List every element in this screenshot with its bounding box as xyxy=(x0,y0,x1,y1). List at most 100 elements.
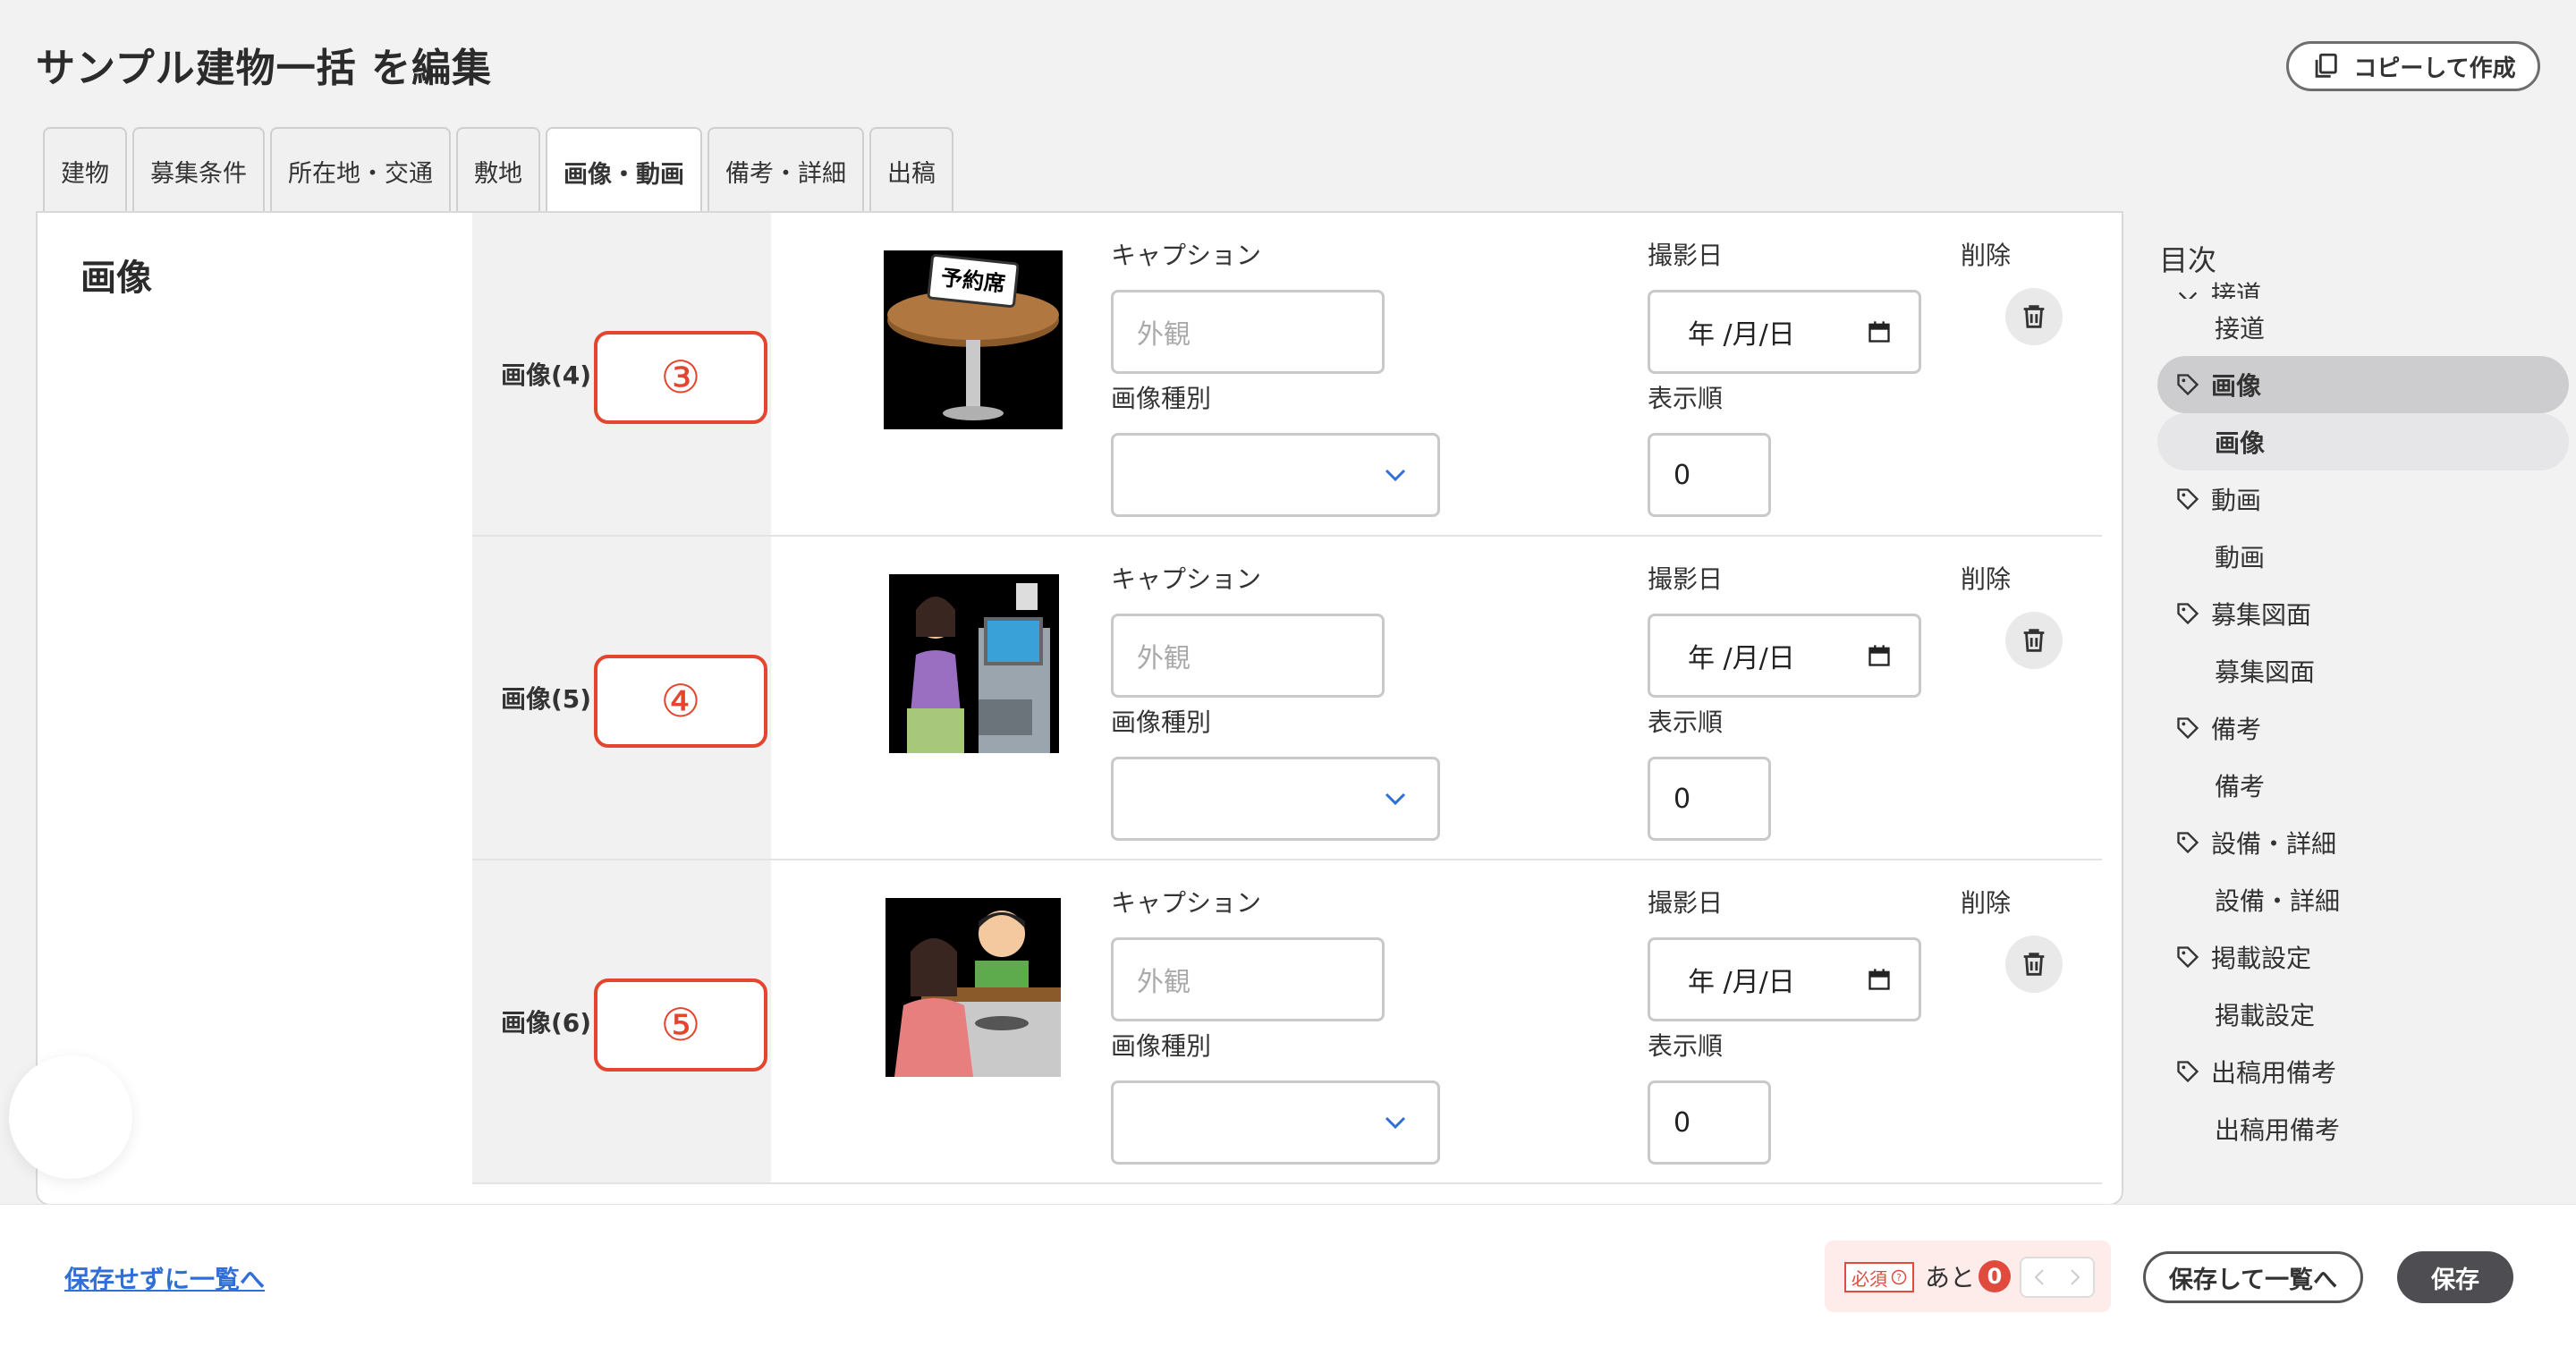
tab-publish[interactable]: 出稿 xyxy=(869,127,953,213)
image-type-select[interactable] xyxy=(1111,433,1440,517)
next-required-button[interactable] xyxy=(2057,1258,2093,1296)
marker-number: ④ xyxy=(660,675,701,727)
toc-item-videos[interactable]: 動画 xyxy=(2157,528,2569,585)
chevron-down-icon xyxy=(1385,469,1406,482)
caption-label: キャプション xyxy=(1111,241,1262,270)
tab-site[interactable]: 敷地 xyxy=(456,127,540,213)
image-row: 画像(5) ④ キャプション 外観 撮影日 年 /月/日 削除 画像種別 表示順… xyxy=(472,537,2102,860)
caption-input[interactable]: 外観 xyxy=(1111,937,1385,1021)
chevron-down-icon xyxy=(1385,1116,1406,1130)
main-panel: 画像 画像(4) ③ 予約席 キャプション 外観 撮影日 年 /月/日 削除 画… xyxy=(36,211,2123,1206)
order-input[interactable]: 0 xyxy=(1648,433,1771,517)
date-label: 撮影日 xyxy=(1648,564,1724,594)
toc-item-notes-group[interactable]: 備考 xyxy=(2157,699,2569,757)
toc-item-label: 募集図面 xyxy=(2211,600,2312,630)
toc-list: 接道 接道 画像 画像 動画 動画 募集図面 募集図面 備考 備考 設備・詳細 … xyxy=(2157,272,2569,1157)
image-thumbnail-reserved-table[interactable]: 予約席 xyxy=(884,250,1063,429)
toc-item-equipment-group[interactable]: 設備・詳細 xyxy=(2157,814,2569,871)
help-icon: ? xyxy=(1891,1269,1907,1285)
tag-icon xyxy=(2177,832,2199,854)
image-thumbnail-counter-cooking[interactable] xyxy=(886,898,1061,1077)
tab-location-transport[interactable]: 所在地・交通 xyxy=(270,127,451,213)
toc-item-notes[interactable]: 備考 xyxy=(2157,757,2569,814)
back-without-saving-link[interactable]: 保存せずに一覧へ xyxy=(64,1260,265,1296)
tag-icon xyxy=(2177,374,2199,396)
delete-button[interactable] xyxy=(2005,288,2063,345)
remaining-count: 0 xyxy=(1979,1260,2011,1292)
tab-building[interactable]: 建物 xyxy=(43,127,127,213)
tab-images-videos[interactable]: 画像・動画 xyxy=(546,127,702,215)
image-type-select[interactable] xyxy=(1111,757,1440,841)
tab-bar: 建物 募集条件 所在地・交通 敷地 画像・動画 備考・詳細 出稿 xyxy=(43,127,953,215)
toc-item-floorplan[interactable]: 募集図面 xyxy=(2157,642,2569,699)
calendar-icon[interactable] xyxy=(1867,318,1892,345)
toc-item-listing-group[interactable]: 掲載設定 xyxy=(2157,928,2569,986)
copy-create-button[interactable]: コピーして作成 xyxy=(2286,41,2540,91)
trash-icon xyxy=(2023,629,2045,652)
svg-text:?: ? xyxy=(1896,1273,1902,1283)
remaining-label: あと xyxy=(1925,1263,1976,1292)
caption-label: キャプション xyxy=(1111,888,1262,918)
trash-icon xyxy=(2023,953,2045,976)
required-nav xyxy=(2020,1257,2095,1298)
toc-item-listing[interactable]: 掲載設定 xyxy=(2157,986,2569,1043)
image-row: 画像(4) ③ 予約席 キャプション 外観 撮影日 年 /月/日 削除 画像種別… xyxy=(472,213,2102,537)
row-label: 画像(5) xyxy=(501,684,592,714)
toc-item-videos-group[interactable]: 動画 xyxy=(2157,470,2569,528)
chevron-down-icon xyxy=(2178,292,2198,299)
calendar-icon[interactable] xyxy=(1867,642,1892,669)
tag-icon xyxy=(2177,1061,2199,1083)
delete-button[interactable] xyxy=(2005,936,2063,993)
marker-number: ⑤ xyxy=(660,999,701,1051)
chevron-down-icon xyxy=(1385,792,1406,806)
floating-action-button[interactable] xyxy=(9,1055,132,1179)
toc-item-label: 接道 xyxy=(2211,280,2262,299)
toc-item-road-access[interactable]: 接道 xyxy=(2157,299,2569,356)
toc-item-images[interactable]: 画像 xyxy=(2157,413,2569,470)
toc-item-floorplan-group[interactable]: 募集図面 xyxy=(2157,585,2569,642)
save-button[interactable]: 保存 xyxy=(2397,1251,2513,1303)
calendar-icon[interactable] xyxy=(1867,966,1892,993)
toc-item-images-group[interactable]: 画像 xyxy=(2157,356,2569,413)
chevron-right-icon xyxy=(2071,1269,2080,1285)
tab-recruit-conditions[interactable]: 募集条件 xyxy=(132,127,265,213)
prev-required-button[interactable] xyxy=(2021,1258,2057,1296)
save-and-list-button[interactable]: 保存して一覧へ xyxy=(2143,1251,2363,1303)
footer-bar: 保存せずに一覧へ 必須 ? あと 0 保存して一覧へ 保存 xyxy=(0,1204,2576,1347)
required-badge-label: 必須 xyxy=(1852,1267,1887,1290)
toc-item-publish-notes[interactable]: 出稿用備考 xyxy=(2157,1100,2569,1157)
delete-button[interactable] xyxy=(2005,612,2063,669)
toc-item-road-access-parent[interactable]: 接道 xyxy=(2157,272,2569,299)
image-type-select[interactable] xyxy=(1111,1080,1440,1165)
highlight-marker: ④ xyxy=(594,655,767,748)
date-input[interactable]: 年 /月/日 xyxy=(1648,937,1921,1021)
date-placeholder: 年 /月/日 xyxy=(1688,643,1795,674)
image-thumbnail-self-checkout[interactable] xyxy=(889,574,1059,753)
delete-label: 削除 xyxy=(1961,241,2012,270)
order-input[interactable]: 0 xyxy=(1648,1080,1771,1165)
toc-item-label: 出稿用備考 xyxy=(2211,1058,2337,1088)
row-label: 画像(6) xyxy=(501,1008,592,1038)
page-title: サンプル建物一括 を編集 xyxy=(36,46,492,91)
copy-create-label: コピーして作成 xyxy=(2353,55,2516,82)
tab-notes-details[interactable]: 備考・詳細 xyxy=(708,127,864,213)
date-input[interactable]: 年 /月/日 xyxy=(1648,290,1921,374)
date-input[interactable]: 年 /月/日 xyxy=(1648,614,1921,698)
trash-icon xyxy=(2023,305,2045,328)
toc-item-label: 備考 xyxy=(2211,715,2262,744)
caption-input[interactable]: 外観 xyxy=(1111,614,1385,698)
image-type-label: 画像種別 xyxy=(1111,384,1212,413)
toc-item-label: 設備・詳細 xyxy=(2211,829,2337,859)
toc-item-publish-notes-group[interactable]: 出稿用備考 xyxy=(2157,1043,2569,1100)
chevron-left-icon xyxy=(2034,1269,2044,1285)
order-input[interactable]: 0 xyxy=(1648,757,1771,841)
highlight-marker: ③ xyxy=(594,331,767,424)
toc-item-equipment[interactable]: 設備・詳細 xyxy=(2157,871,2569,928)
section-title: 画像 xyxy=(80,258,152,299)
image-rows: 画像(4) ③ 予約席 キャプション 外観 撮影日 年 /月/日 削除 画像種別… xyxy=(472,213,2102,1184)
image-type-label: 画像種別 xyxy=(1111,1031,1212,1061)
marker-number: ③ xyxy=(660,352,701,403)
date-label: 撮影日 xyxy=(1648,888,1724,918)
caption-input[interactable]: 外観 xyxy=(1111,290,1385,374)
order-label: 表示順 xyxy=(1648,384,1724,413)
